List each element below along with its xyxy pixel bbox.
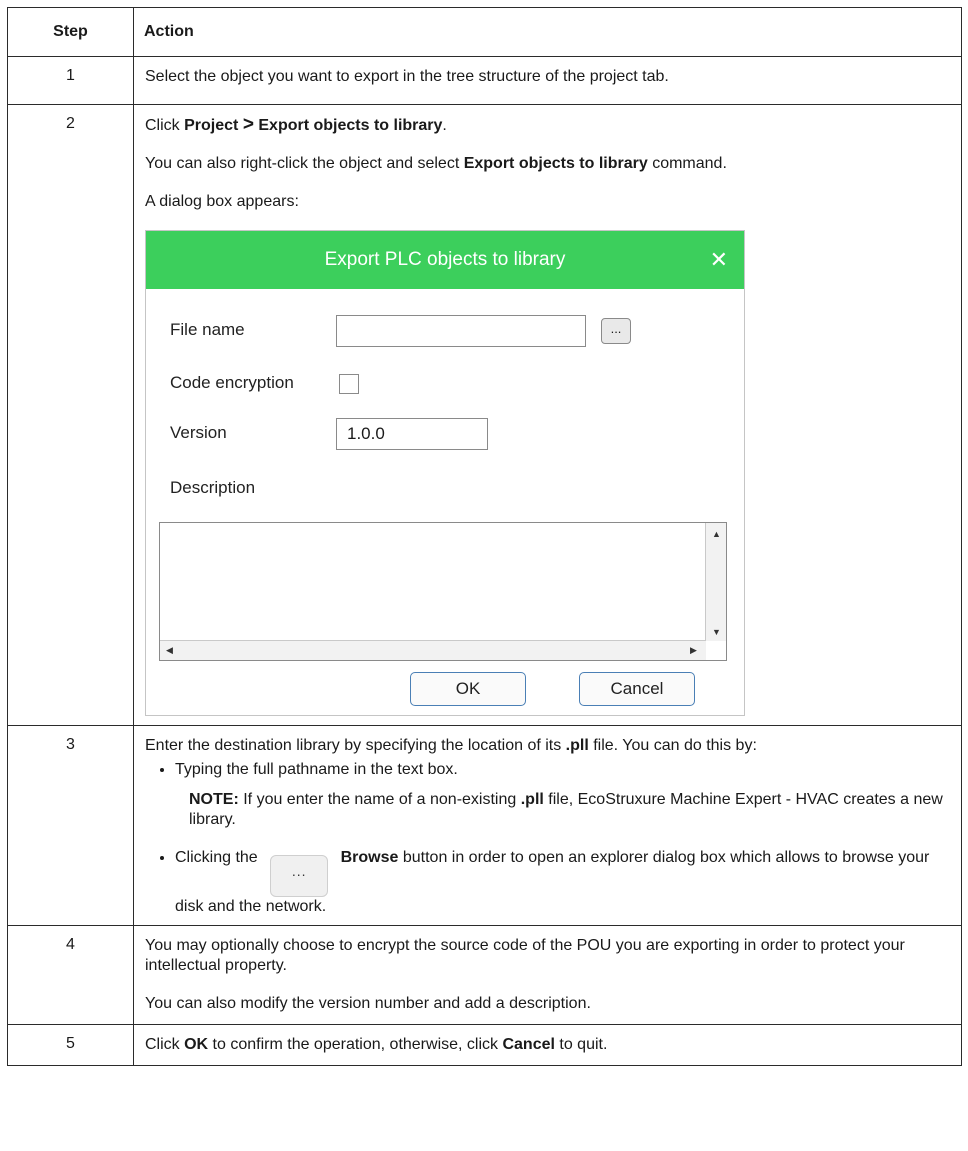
- list-item: Typing the full pathname in the text box…: [175, 760, 951, 780]
- code-encryption-label: Code encryption: [170, 373, 294, 392]
- description-label: Description: [170, 478, 256, 497]
- action-text: Click OK to confirm the operation, other…: [145, 1036, 608, 1053]
- list-item: Clicking the ... Browse button in order …: [175, 848, 951, 917]
- action-text: You can also modify the version number a…: [145, 995, 591, 1012]
- description-textarea[interactable]: ▲ ▼ ◀ ▶: [159, 522, 727, 661]
- horizontal-scrollbar[interactable]: ◀ ▶: [160, 640, 706, 660]
- code-encryption-checkbox[interactable]: [339, 374, 359, 394]
- table-row: 5 Click OK to confirm the operation, oth…: [7, 1024, 962, 1066]
- scroll-left-icon[interactable]: ◀: [166, 645, 173, 656]
- action-text: You can also right-click the object and …: [145, 155, 727, 172]
- action-text: Enter the destination library by specify…: [145, 737, 757, 754]
- action-text: Select the object you want to export in …: [145, 68, 669, 85]
- file-name-label: File name: [170, 320, 245, 339]
- note-text: NOTE: If you enter the name of a non-exi…: [189, 791, 943, 828]
- dialog-title: Export PLC objects to library: [324, 249, 566, 270]
- export-dialog: Export PLC objects to library ✕ File nam…: [145, 230, 745, 716]
- table-row: 2 Click Project > Export objects to libr…: [7, 104, 962, 726]
- option-list: Typing the full pathname in the text box…: [145, 760, 951, 780]
- vertical-scrollbar[interactable]: ▲ ▼: [705, 523, 726, 641]
- action-cell: Click OK to confirm the operation, other…: [133, 1024, 962, 1066]
- action-text: A dialog box appears:: [145, 193, 299, 210]
- version-label: Version: [170, 423, 227, 442]
- ok-button[interactable]: OK: [410, 672, 526, 706]
- table-row: 3 Enter the destination library by speci…: [7, 725, 962, 926]
- action-cell: You may optionally choose to encrypt the…: [133, 925, 962, 1025]
- steps-table: Step Action 1 Select the object you want…: [7, 7, 962, 1066]
- close-icon[interactable]: ✕: [710, 247, 728, 273]
- browse-button-image: ...: [270, 855, 329, 897]
- action-header: Action: [133, 7, 962, 57]
- option-list: Clicking the ... Browse button in order …: [145, 848, 951, 917]
- browse-button[interactable]: ...: [601, 318, 631, 344]
- table-row: 1 Select the object you want to export i…: [7, 56, 962, 105]
- table-row: 4 You may optionally choose to encrypt t…: [7, 925, 962, 1025]
- action-cell: Click Project > Export objects to librar…: [133, 104, 962, 726]
- header-row: Step Action: [7, 7, 962, 57]
- step-number: 5: [7, 1024, 134, 1066]
- action-cell: Enter the destination library by specify…: [133, 725, 962, 926]
- step-number: 2: [7, 104, 134, 726]
- step-number: 4: [7, 925, 134, 1025]
- action-text: Click Project > Export objects to librar…: [145, 114, 447, 135]
- file-name-input[interactable]: [336, 315, 586, 347]
- step-number: 1: [7, 56, 134, 105]
- action-cell: Select the object you want to export in …: [133, 56, 962, 105]
- action-text: You may optionally choose to encrypt the…: [145, 937, 905, 974]
- scroll-right-icon[interactable]: ▶: [690, 645, 697, 656]
- cancel-button[interactable]: Cancel: [579, 672, 695, 706]
- scroll-up-icon[interactable]: ▲: [712, 529, 721, 539]
- step-number: 3: [7, 725, 134, 926]
- version-input[interactable]: 1.0.0: [336, 418, 488, 450]
- scroll-down-icon[interactable]: ▼: [712, 627, 721, 637]
- dialog-title-bar: Export PLC objects to library ✕: [146, 231, 744, 289]
- step-header: Step: [7, 7, 134, 57]
